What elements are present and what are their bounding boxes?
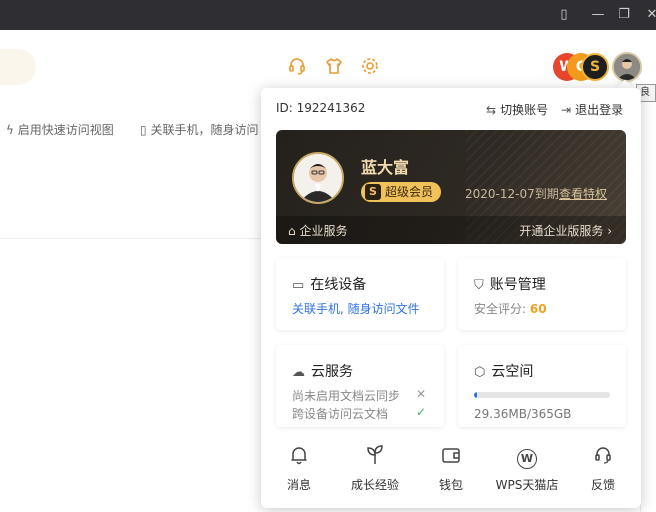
- sprout-icon: [337, 444, 413, 470]
- monitor-icon: ▭: [292, 278, 305, 293]
- super-vip-icon: S: [365, 184, 381, 200]
- link-phone-label: 关联手机，随身访问: [150, 123, 259, 137]
- background-panel-edge: [640, 240, 656, 512]
- quick-access-link[interactable]: ϟ 启用快速访问视图: [6, 121, 114, 138]
- bell-icon: [261, 444, 337, 470]
- wps-store-icon: W: [489, 444, 565, 470]
- vip-badge: S 超级会员: [361, 182, 442, 202]
- online-devices-label: 在线设备: [310, 277, 367, 293]
- chevron-right-icon: ›: [607, 224, 612, 238]
- cloud-service-tile[interactable]: ☁ 云服务 尚未启用文档云同步 ✕ 跨设备访问云文档 ✓: [276, 345, 444, 427]
- profile-avatar[interactable]: [292, 152, 344, 204]
- super-member-badge[interactable]: S: [581, 53, 609, 81]
- nav-feedback[interactable]: 反馈: [565, 444, 641, 500]
- swap-icon: ⇆: [486, 103, 497, 117]
- cloud-service-title: ☁ 云服务: [292, 361, 353, 381]
- view-perks-link[interactable]: 查看特权: [559, 185, 607, 202]
- link-phone-sub[interactable]: 关联手机, 随身访问文件: [292, 300, 420, 317]
- online-devices-tile[interactable]: ▭ 在线设备 关联手机, 随身访问文件: [276, 258, 444, 330]
- phone-mode-icon[interactable]: ▯: [553, 5, 575, 25]
- cross-device-status: 跨设备访问云文档: [292, 407, 389, 421]
- check-icon: ✓: [416, 405, 427, 419]
- nav-feedback-label: 反馈: [590, 478, 615, 492]
- storage-usage: 29.36MB/365GB: [474, 407, 572, 421]
- card-footer: ⌂ 企业服务 开通企业版服务 ›: [276, 216, 626, 244]
- enterprise-service-link[interactable]: ⌂ 企业服务: [288, 222, 347, 239]
- avatar[interactable]: [612, 52, 642, 82]
- divider: [0, 238, 262, 239]
- title-bar: ▯ — ❐ ✕: [0, 0, 656, 30]
- nav-wallet[interactable]: 钱包: [413, 444, 489, 500]
- account-management-label: 账号管理: [489, 277, 546, 293]
- nav-wallet-label: 钱包: [438, 478, 463, 492]
- nav-wps-store[interactable]: W WPS天猫店: [489, 444, 565, 500]
- user-id: ID: 192241362: [276, 101, 366, 115]
- headset-icon: [565, 444, 641, 470]
- bolt-icon: ϟ: [6, 123, 14, 137]
- expire-date: 2020-12-07到期: [465, 187, 559, 201]
- cloud-space-tile[interactable]: ⬡ 云空间 29.36MB/365GB: [458, 345, 626, 427]
- open-enterprise-link[interactable]: 开通企业版服务 ›: [519, 222, 612, 239]
- logout-label: 退出登录: [575, 103, 624, 117]
- nav-growth[interactable]: 成长经验: [337, 444, 413, 500]
- brand-badges[interactable]: W C S: [553, 53, 609, 81]
- nav-messages[interactable]: 消息: [261, 444, 337, 500]
- gear-icon[interactable]: [359, 56, 381, 78]
- account-management-title: ⛉ 账号管理: [474, 274, 546, 294]
- quick-access-label: 启用快速访问视图: [17, 123, 114, 137]
- cloud-service-label: 云服务: [311, 364, 353, 380]
- close-button[interactable]: ✕: [641, 5, 656, 25]
- shield-icon: ⛉: [474, 278, 484, 293]
- switch-account-label: 切换账号: [500, 103, 549, 117]
- cloud-space-title: ⬡ 云空间: [474, 361, 533, 381]
- search-box[interactable]: [0, 49, 36, 85]
- open-enterprise-label: 开通企业版服务: [519, 224, 604, 238]
- cloud-icon: ☁: [292, 365, 305, 380]
- bottom-nav: 消息 成长经验 钱包 W WPS天猫店 反馈: [261, 444, 641, 500]
- account-popup: ID: 192241362 ⇆ 切换账号 ⇥ 退出登录 蓝大富 S 超级会员 202…: [261, 88, 641, 508]
- cloud-space-label: 云空间: [491, 364, 534, 380]
- online-devices-title: ▭ 在线设备: [292, 274, 366, 294]
- cloud-sync-status: 尚未启用文档云同步: [292, 389, 401, 403]
- minimize-button[interactable]: —: [587, 5, 609, 25]
- user-name: 蓝大富: [361, 158, 410, 177]
- vip-label: 超级会员: [385, 185, 434, 199]
- switch-account-button[interactable]: ⇆ 切换账号: [486, 101, 548, 118]
- nav-messages-label: 消息: [286, 478, 311, 492]
- account-management-tile[interactable]: ⛉ 账号管理 安全评分: 60: [458, 258, 626, 330]
- cube-icon: ⬡: [474, 365, 486, 380]
- nav-growth-label: 成长经验: [350, 478, 399, 492]
- storage-progress-fill: [474, 392, 477, 398]
- security-score-value: 60: [529, 302, 547, 316]
- member-card: 蓝大富 S 超级会员 2020-12-07到期 查看特权 ⌂ 企业服务 开通企业…: [276, 130, 626, 244]
- skin-shirt-icon[interactable]: [323, 56, 345, 78]
- headset-icon[interactable]: [286, 56, 308, 78]
- building-icon: ⌂: [288, 224, 296, 238]
- logout-icon: ⇥: [561, 103, 572, 117]
- security-score-label: 安全评分:: [474, 302, 530, 316]
- phone-icon: ▯: [140, 123, 147, 137]
- link-phone-link[interactable]: ▯ 关联手机，随身访问: [140, 121, 258, 138]
- logout-button[interactable]: ⇥ 退出登录: [561, 101, 623, 118]
- storage-progress-bar: [474, 392, 610, 398]
- restore-button[interactable]: ❐: [613, 5, 635, 25]
- security-score: 安全评分: 60: [474, 300, 547, 317]
- nav-wps-store-label: WPS天猫店: [495, 478, 559, 492]
- cross-icon: ✕: [416, 387, 427, 401]
- enterprise-service-label: 企业服务: [299, 224, 348, 238]
- wallet-icon: [413, 444, 489, 470]
